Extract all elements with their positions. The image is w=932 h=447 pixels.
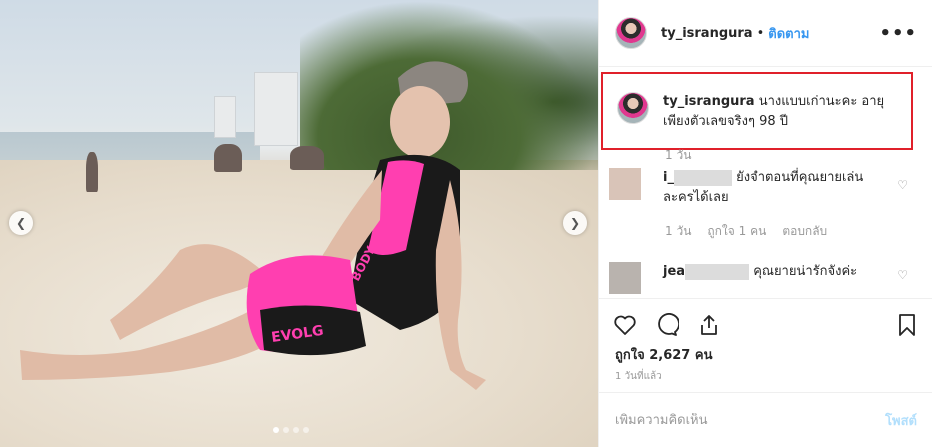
- woman-in-swimsuit: EVOLG BODY: [20, 61, 486, 390]
- caption-username[interactable]: ty_israngura: [663, 94, 755, 109]
- post-actions: [599, 298, 932, 350]
- share-icon[interactable]: [697, 313, 721, 337]
- comment-bubble-icon[interactable]: [655, 312, 679, 337]
- post-header: ty_israngura • ติดตาม •••: [599, 0, 932, 67]
- comment-input[interactable]: [615, 412, 855, 428]
- next-photo-button[interactable]: ❯: [563, 211, 587, 235]
- like-heart-icon[interactable]: [613, 313, 637, 337]
- avatar[interactable]: [609, 168, 641, 200]
- blurred-username: [685, 263, 750, 280]
- carousel-dot: [293, 427, 299, 433]
- comment-username[interactable]: jea: [663, 263, 750, 280]
- likes-count[interactable]: ถูกใจ 2,627 คน: [615, 344, 712, 365]
- bookmark-icon[interactable]: [895, 313, 919, 337]
- comment-item: i_ ยังจำตอนที่คุณยายเล่นละครได้เลย: [609, 168, 921, 208]
- more-options-icon[interactable]: •••: [879, 23, 917, 44]
- reply-button[interactable]: ตอบกลับ: [782, 222, 827, 241]
- add-comment-bar: โพสต์: [599, 392, 932, 447]
- comment-item: jea คุณยายน่ารักจังค่ะ: [609, 262, 921, 294]
- avatar[interactable]: [615, 17, 647, 49]
- carousel-dot: [303, 427, 309, 433]
- post-time: 1 วันที่แล้ว: [615, 371, 662, 382]
- comment-time: 1 วัน: [665, 224, 692, 238]
- comment-text: คุณยายน่ารักจังค่ะ: [753, 264, 858, 279]
- comment-like-heart-icon[interactable]: ♡: [897, 268, 908, 282]
- post-photo[interactable]: EVOLG BODY ❮ ❯: [0, 0, 598, 447]
- post-comment-button[interactable]: โพสต์: [885, 410, 917, 431]
- header-separator: •: [756, 25, 765, 41]
- post-side-panel: ty_israngura • ติดตาม ••• ty_israngura น…: [598, 0, 932, 447]
- carousel-dot: [273, 427, 279, 433]
- follow-button[interactable]: ติดตาม: [768, 23, 809, 44]
- avatar[interactable]: [609, 262, 641, 294]
- previous-photo-button[interactable]: ❮: [9, 211, 33, 235]
- blurred-username: [673, 169, 732, 186]
- carousel-dots: [273, 427, 309, 433]
- caption: ty_israngura นางแบบเก่านะคะ อายุเพียงตัว…: [617, 92, 909, 132]
- caption-time: 1 วัน: [665, 148, 692, 162]
- carousel-dot: [283, 427, 289, 433]
- avatar[interactable]: [617, 92, 649, 124]
- comment-likes[interactable]: ถูกใจ 1 คน: [707, 222, 766, 241]
- comment-like-heart-icon[interactable]: ♡: [897, 178, 908, 192]
- header-username[interactable]: ty_israngura: [661, 26, 753, 41]
- comment-meta: 1 วัน ถูกใจ 1 คน ตอบกลับ: [665, 222, 827, 241]
- comment-username[interactable]: i_: [663, 169, 732, 186]
